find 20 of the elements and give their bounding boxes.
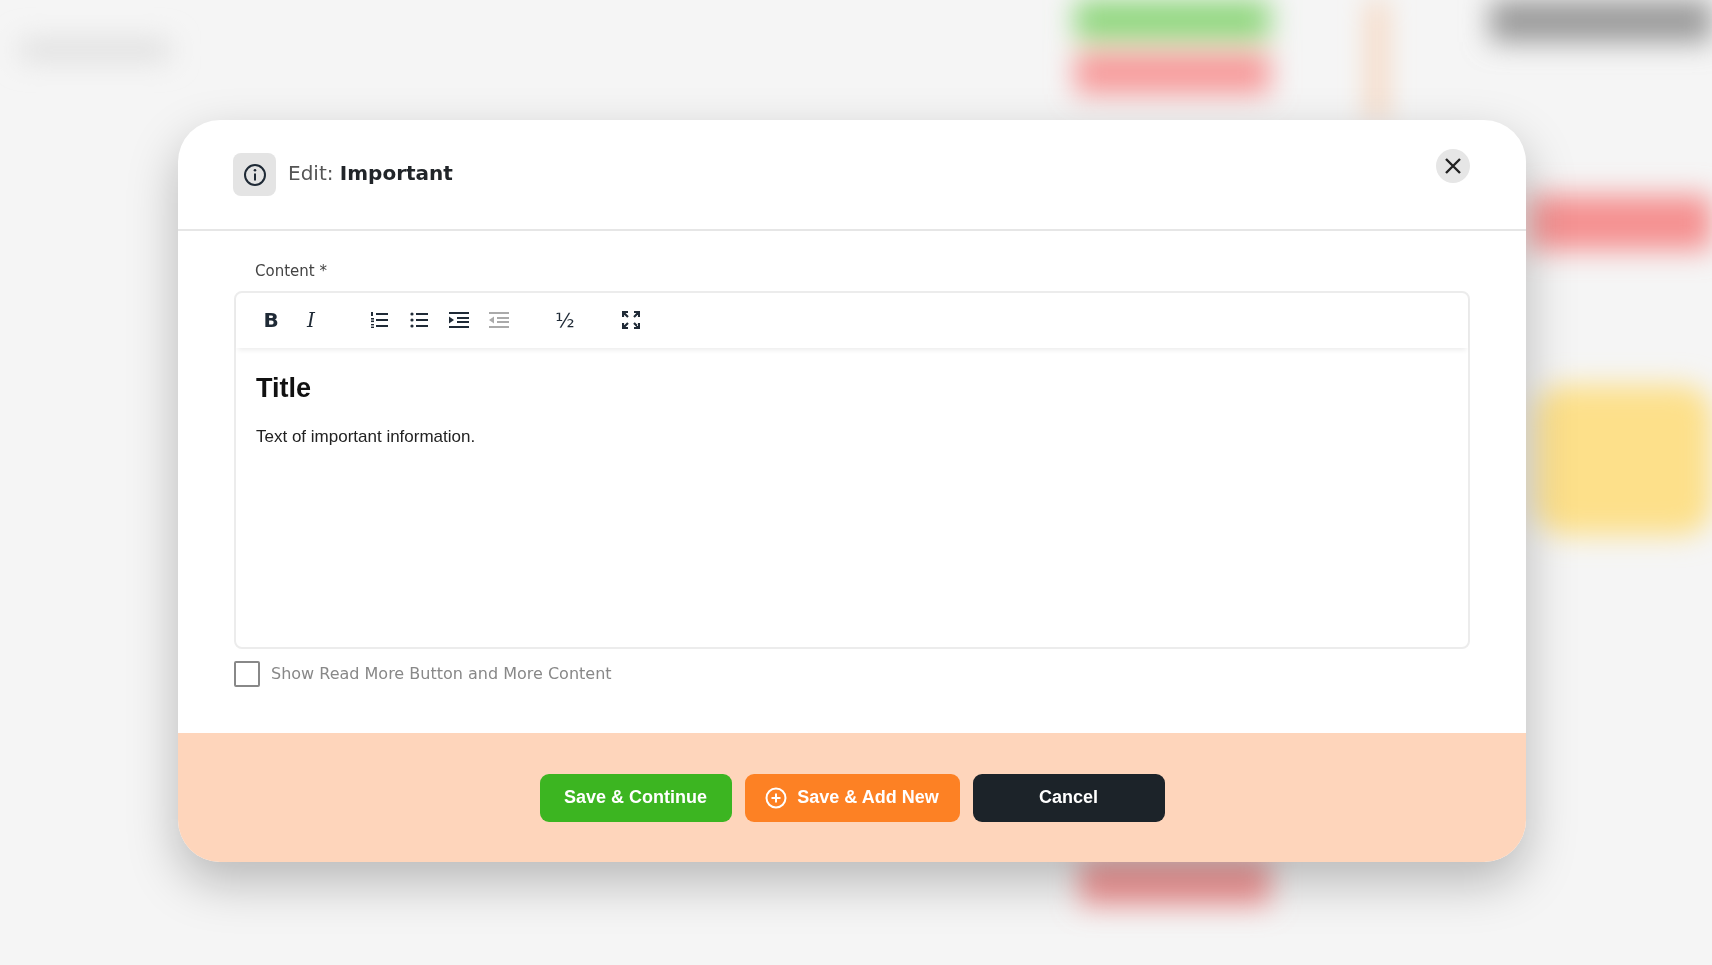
checkbox-label: Show Read More Button and More Content	[271, 662, 612, 685]
ordered-list-icon	[370, 311, 388, 329]
italic-button[interactable]: I	[298, 305, 324, 335]
close-icon	[1444, 156, 1462, 175]
bullet-list-icon	[410, 311, 428, 329]
bold-button[interactable]: B	[258, 305, 284, 335]
indent-icon	[449, 311, 469, 329]
dialog-title: Edit: Important	[288, 160, 453, 187]
outdent-icon	[489, 311, 509, 329]
plus-circle-icon	[765, 786, 788, 809]
editor-heading: Title	[256, 371, 312, 404]
info-icon	[233, 153, 276, 196]
checkbox[interactable]	[234, 660, 260, 687]
field-label: Content *	[255, 261, 328, 282]
cancel-button[interactable]: Cancel	[972, 773, 1165, 822]
editor-paragraph: Text of important information.	[256, 425, 477, 448]
fraction-button[interactable]: ½	[552, 305, 578, 335]
rich-text-editor[interactable]: B I ½ Title Text of important information.	[234, 290, 1470, 649]
fullscreen-icon	[622, 311, 640, 329]
close-button[interactable]	[1436, 148, 1470, 183]
